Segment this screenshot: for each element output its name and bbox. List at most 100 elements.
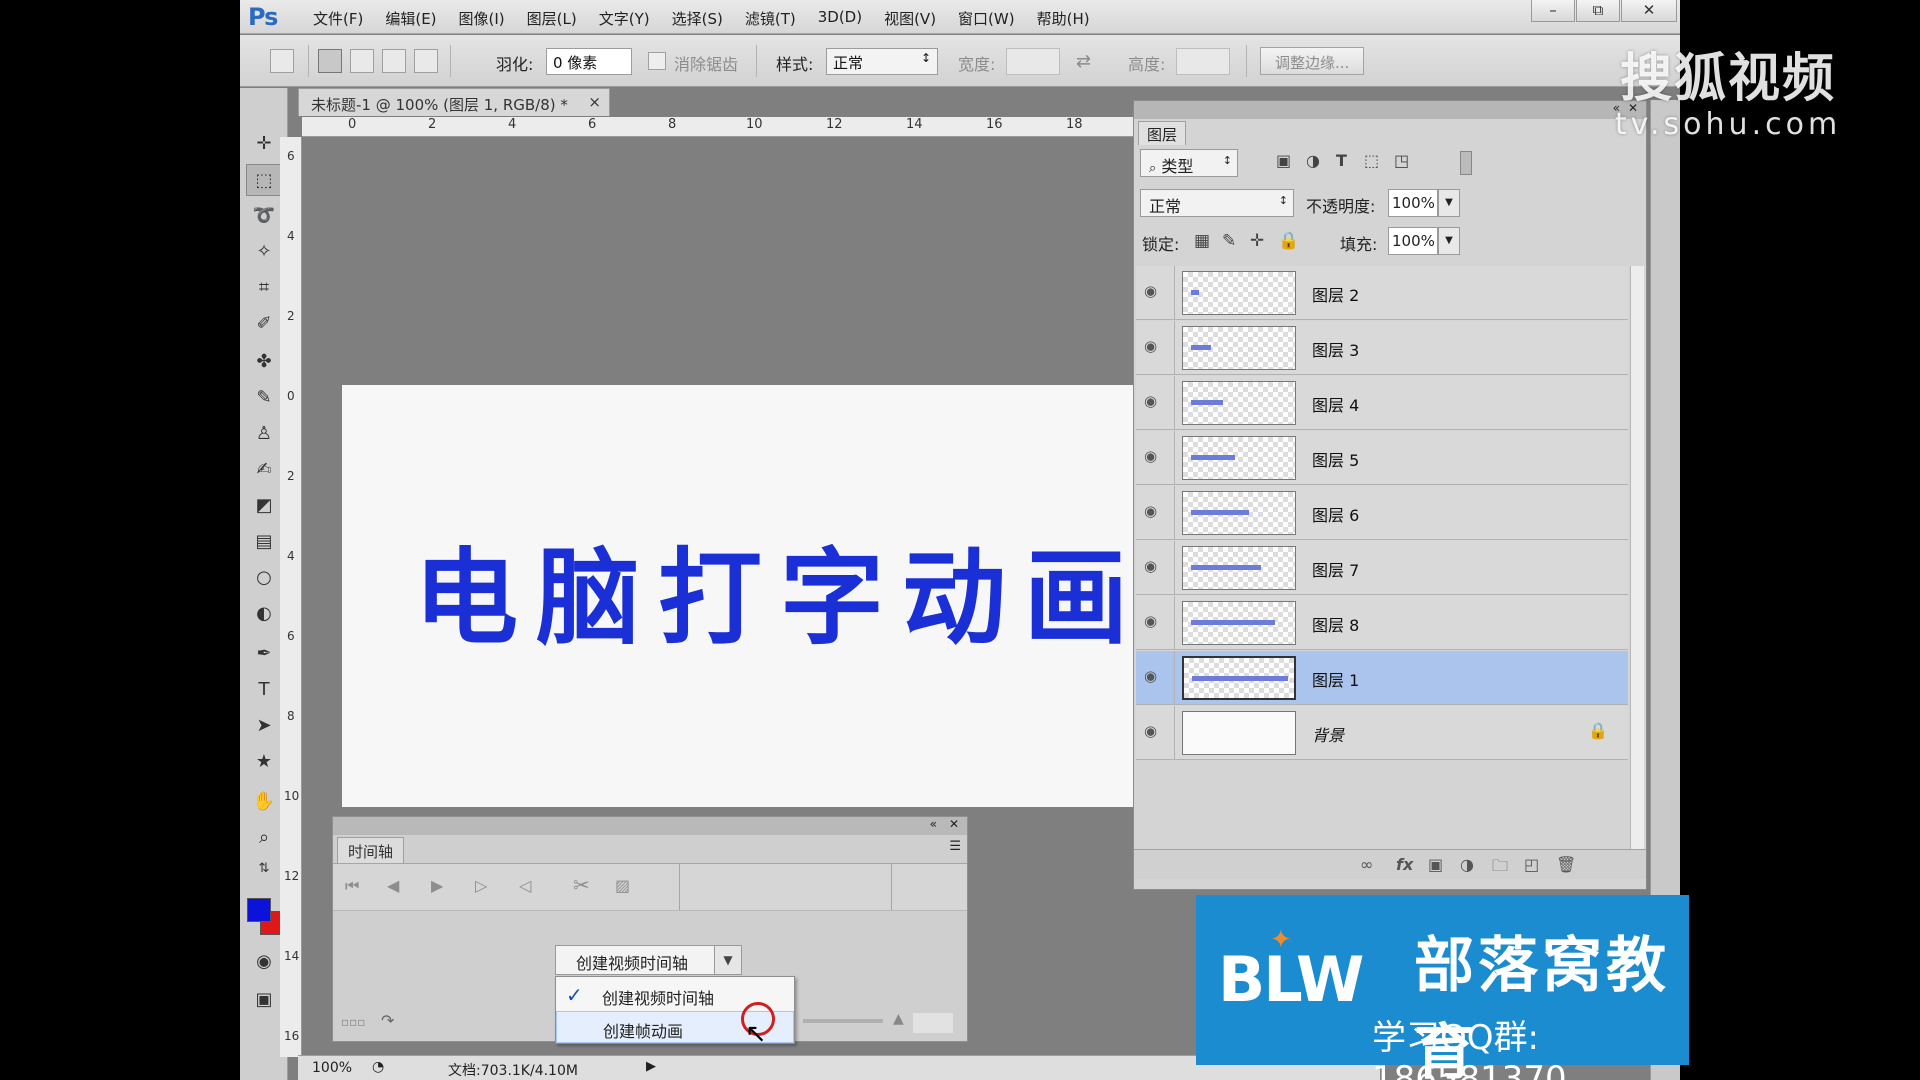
shape-filter-icon[interactable]: ⬚: [1364, 151, 1379, 170]
status-options-icon[interactable]: ◔: [372, 1059, 384, 1075]
layer-row[interactable]: ◉ 图层 8: [1136, 596, 1628, 650]
panel-menu-icon[interactable]: ☰: [949, 839, 961, 854]
eye-icon[interactable]: ◉: [1144, 502, 1157, 520]
next-frame-icon[interactable]: ▷: [475, 876, 487, 895]
intersect-selection-icon[interactable]: [414, 49, 438, 73]
blend-mode-select[interactable]: 正常 ↕: [1140, 189, 1294, 217]
eye-icon[interactable]: ◉: [1144, 667, 1157, 685]
new-selection-icon[interactable]: [318, 49, 342, 73]
menu-filter[interactable]: 滤镜(T): [734, 8, 807, 29]
frames-icon[interactable]: ▫▫▫: [341, 1015, 365, 1029]
history-brush-icon[interactable]: ✍: [246, 454, 282, 486]
screen-mode-icon[interactable]: ▣: [246, 984, 282, 1016]
play-icon[interactable]: ▶: [431, 876, 443, 895]
marquee-preset-icon[interactable]: [270, 49, 294, 73]
fill-dropdown[interactable]: ▼: [1438, 227, 1460, 255]
status-arrow-icon[interactable]: ▶: [646, 1059, 656, 1074]
layer-row-selected[interactable]: ◉ 图层 1: [1136, 651, 1628, 705]
move-tool-icon[interactable]: ✛: [246, 128, 282, 160]
eyedropper-icon[interactable]: ✐: [246, 308, 282, 340]
crop-tool-icon[interactable]: ⌗: [246, 272, 282, 304]
opacity-dropdown[interactable]: ▼: [1438, 189, 1460, 217]
brush-tool-icon[interactable]: ✎: [246, 382, 282, 414]
refine-edge-button[interactable]: 调整边缘...: [1260, 47, 1365, 75]
type-filter-icon[interactable]: T: [1336, 151, 1347, 170]
lock-pixels-icon[interactable]: ✎: [1222, 231, 1236, 251]
eye-icon[interactable]: ◉: [1144, 392, 1157, 410]
feather-input[interactable]: 0 像素: [546, 48, 632, 75]
timeline-scroll[interactable]: [913, 1013, 953, 1033]
subtract-selection-icon[interactable]: [382, 49, 406, 73]
antialias-checkbox[interactable]: [648, 52, 666, 70]
add-selection-icon[interactable]: [350, 49, 374, 73]
filter-toggle[interactable]: [1460, 151, 1472, 175]
menu-layer[interactable]: 图层(L): [516, 8, 588, 29]
quick-mask-icon[interactable]: ◉: [246, 946, 282, 978]
tab-timeline[interactable]: 时间轴: [337, 837, 405, 863]
new-layer-icon[interactable]: ◰: [1524, 855, 1539, 874]
audio-icon[interactable]: ◁: [519, 876, 531, 895]
blur-tool-icon[interactable]: ○: [246, 562, 282, 594]
trash-icon[interactable]: 🗑: [1556, 855, 1576, 874]
hand-tool-icon[interactable]: ✋: [246, 786, 282, 818]
close-tab-icon[interactable]: ×: [588, 93, 601, 111]
menu-view[interactable]: 视图(V): [873, 8, 947, 29]
menu-select[interactable]: 选择(S): [661, 8, 734, 29]
fill-input[interactable]: 100%: [1388, 227, 1438, 255]
gradient-tool-icon[interactable]: ▤: [246, 526, 282, 558]
pen-tool-icon[interactable]: ✒: [246, 638, 282, 670]
transition-icon[interactable]: ▨: [615, 876, 630, 895]
minimize-button[interactable]: –: [1531, 0, 1575, 22]
layer-row[interactable]: ◉ 背景 🔒: [1136, 706, 1628, 760]
zoom-tool-icon[interactable]: ⌕: [246, 822, 282, 854]
eye-icon[interactable]: ◉: [1144, 722, 1157, 740]
zoom-slider[interactable]: [803, 1019, 883, 1023]
path-select-icon[interactable]: ➤: [246, 710, 282, 742]
create-video-timeline-button[interactable]: 创建视频时间轴: [555, 945, 715, 975]
type-tool-icon[interactable]: T: [246, 674, 282, 706]
style-select[interactable]: 正常 ↕: [826, 48, 938, 75]
height-input[interactable]: [1176, 48, 1230, 75]
eye-icon[interactable]: ◉: [1144, 447, 1157, 465]
prev-frame-icon[interactable]: ◀: [387, 876, 399, 895]
magic-wand-icon[interactable]: ✧: [246, 236, 282, 268]
eye-icon[interactable]: ◉: [1144, 337, 1157, 355]
layer-row[interactable]: ◉ 图层 2: [1136, 266, 1628, 320]
menu-image[interactable]: 图像(I): [448, 8, 516, 29]
eye-icon[interactable]: ◉: [1144, 557, 1157, 575]
pixel-filter-icon[interactable]: ▣: [1276, 151, 1291, 170]
restore-button[interactable]: ⧉: [1576, 0, 1620, 22]
adjustment-filter-icon[interactable]: ◑: [1306, 151, 1320, 170]
menu-file[interactable]: 文件(F): [302, 8, 374, 29]
lasso-tool-icon[interactable]: ➰: [246, 200, 282, 232]
mask-icon[interactable]: ▣: [1428, 855, 1443, 874]
menu-window[interactable]: 窗口(W): [947, 8, 1026, 29]
create-options-dropdown[interactable]: ▼: [714, 945, 742, 975]
menu-edit[interactable]: 编辑(E): [374, 8, 447, 29]
link-icon[interactable]: ∞: [1360, 855, 1373, 874]
lock-transparent-icon[interactable]: ▦: [1194, 231, 1210, 251]
layer-row[interactable]: ◉ 图层 6: [1136, 486, 1628, 540]
zoom-mountains-icon[interactable]: ▲: [893, 1011, 904, 1027]
layer-row[interactable]: ◉ 图层 4: [1136, 376, 1628, 430]
layers-scrollbar[interactable]: [1630, 266, 1644, 856]
opacity-input[interactable]: 100%: [1388, 189, 1438, 217]
scissors-icon[interactable]: ✂: [573, 873, 590, 897]
collapse-icon[interactable]: «: [930, 817, 937, 831]
convert-icon[interactable]: ↷: [381, 1011, 394, 1030]
tab-layers[interactable]: 图层: [1138, 121, 1187, 145]
eye-icon[interactable]: ◉: [1144, 282, 1157, 300]
menu-help[interactable]: 帮助(H): [1026, 8, 1101, 29]
swap-icon[interactable]: ⇄: [1076, 51, 1091, 72]
first-frame-icon[interactable]: ⏮: [345, 876, 359, 896]
width-input[interactable]: [1006, 48, 1060, 75]
layer-row[interactable]: ◉ 图层 7: [1136, 541, 1628, 595]
lock-all-icon[interactable]: 🔒: [1278, 231, 1299, 251]
close-icon[interactable]: ✕: [949, 817, 959, 831]
eraser-tool-icon[interactable]: ◩: [246, 490, 282, 522]
layer-row[interactable]: ◉ 图层 5: [1136, 431, 1628, 485]
filter-kind-select[interactable]: ⌕ 类型 ↕: [1140, 149, 1238, 177]
shape-tool-icon[interactable]: ★: [246, 746, 282, 778]
healing-brush-icon[interactable]: ✤: [246, 346, 282, 378]
layer-row[interactable]: ◉ 图层 3: [1136, 321, 1628, 375]
